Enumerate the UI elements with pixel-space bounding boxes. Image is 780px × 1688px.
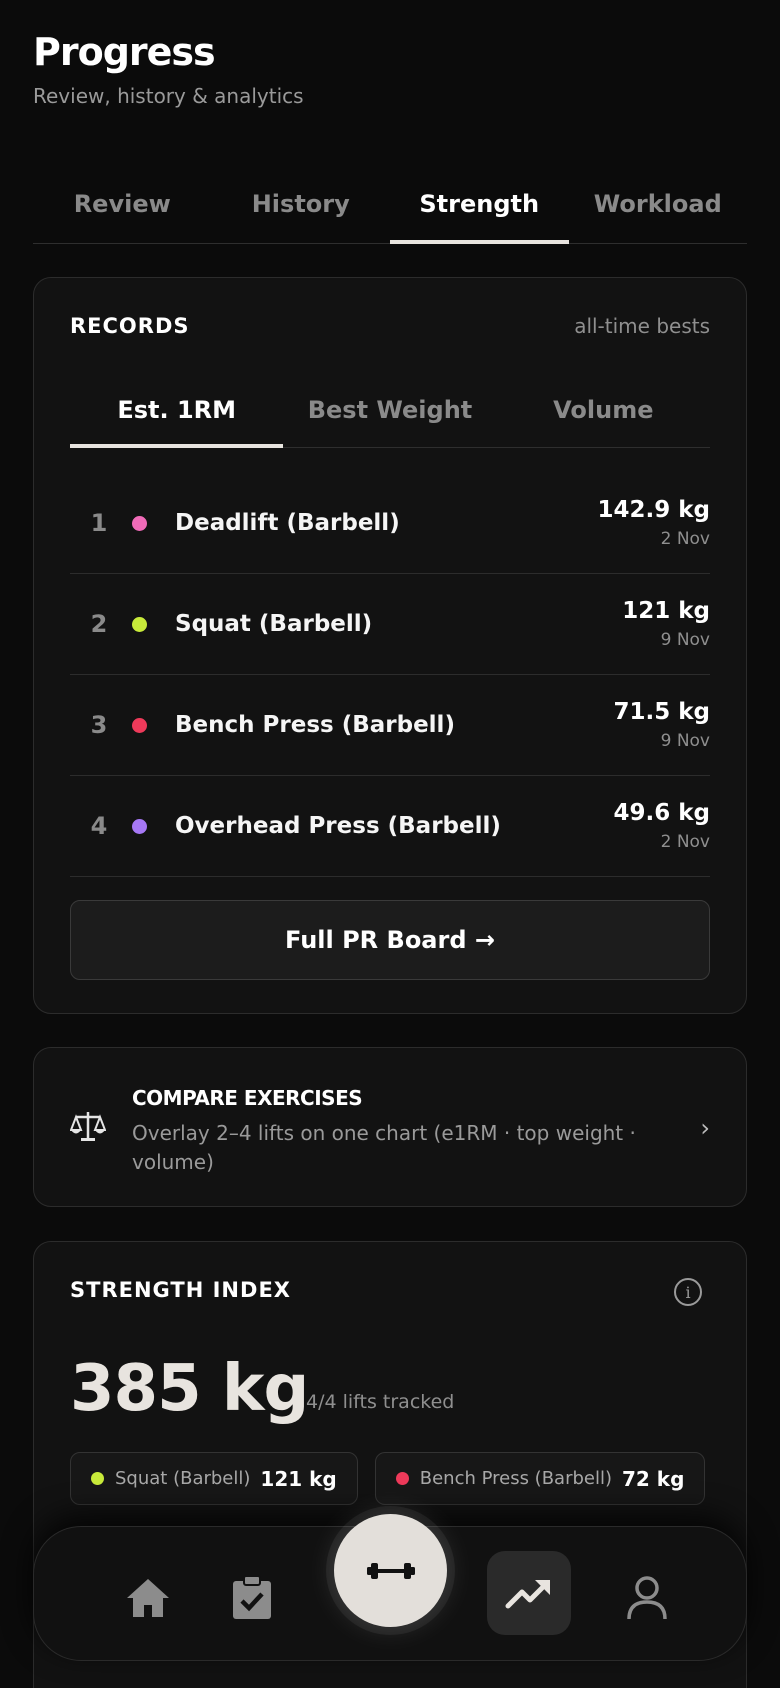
home-icon [127, 1579, 169, 1617]
lift-chip[interactable]: Bench Press (Barbell) 72 kg [374, 1452, 706, 1505]
full-pr-board-button[interactable]: Full PR Board → [70, 900, 710, 980]
record-color-dot [132, 818, 147, 834]
tab-workload[interactable]: Workload [569, 170, 748, 243]
record-row[interactable]: 2 Squat (Barbell) 121 kg 9 Nov [70, 574, 710, 675]
record-rank: 4 [90, 812, 108, 840]
record-color-dot [132, 515, 147, 531]
subtab-volume[interactable]: Volume [497, 378, 710, 447]
record-value: 49.6 kg [613, 800, 710, 826]
main-tabs: Review History Strength Workload [33, 170, 747, 244]
records-list: 1 Deadlift (Barbell) 142.9 kg 2 Nov 2 Sq… [70, 473, 710, 877]
nav-workouts[interactable] [217, 1563, 287, 1633]
record-rank: 1 [90, 509, 108, 537]
record-name: Overhead Press (Barbell) [175, 813, 501, 839]
chip-value: 72 kg [622, 1466, 685, 1491]
compare-description: Overlay 2–4 lifts on one chart (e1RM · t… [132, 1121, 636, 1174]
record-value: 142.9 kg [597, 497, 710, 523]
record-row[interactable]: 3 Bench Press (Barbell) 71.5 kg 9 Nov [70, 675, 710, 776]
chevron-right-icon: › [700, 1114, 710, 1142]
start-workout-button[interactable] [334, 1514, 447, 1627]
record-color-dot [132, 616, 147, 632]
tab-history[interactable]: History [212, 170, 391, 243]
strength-index-value: 385 kg [70, 1352, 309, 1426]
nav-home[interactable] [113, 1563, 183, 1633]
record-name: Deadlift (Barbell) [175, 510, 400, 536]
records-header: RECORDS all-time bests [70, 314, 710, 338]
trending-up-icon [505, 1580, 550, 1609]
chip-name: Squat (Barbell) [115, 1468, 251, 1489]
record-value: 71.5 kg [613, 699, 710, 725]
user-icon [627, 1576, 667, 1620]
record-name: Squat (Barbell) [175, 611, 373, 637]
record-date: 9 Nov [660, 630, 710, 650]
record-value: 121 kg [622, 598, 710, 624]
record-color-dot [132, 717, 147, 733]
chip-color-dot [91, 1472, 104, 1485]
lift-chip[interactable]: Squat (Barbell) 121 kg [70, 1452, 358, 1505]
lift-chips: Squat (Barbell) 121 kg Bench Press (Barb… [70, 1452, 706, 1505]
record-date: 2 Nov [660, 529, 710, 549]
record-row[interactable]: 4 Overhead Press (Barbell) 49.6 kg 2 Nov [70, 776, 710, 877]
page-subtitle: Review, history & analytics [33, 84, 304, 108]
clipboard-check-icon [233, 1575, 271, 1619]
strength-index-title: STRENGTH INDEX [70, 1278, 291, 1302]
chip-color-dot [395, 1472, 409, 1485]
subtab-est-1rm[interactable]: Est. 1RM [70, 378, 284, 448]
info-icon[interactable]: i [674, 1278, 702, 1306]
scale-icon [70, 1112, 106, 1141]
strength-index-header: STRENGTH INDEX [70, 1278, 710, 1302]
record-rank: 3 [90, 711, 108, 739]
records-card: RECORDS all-time bests Est. 1RM Best Wei… [33, 277, 747, 1014]
tab-review[interactable]: Review [33, 170, 212, 243]
nav-progress[interactable] [487, 1551, 571, 1635]
record-name: Bench Press (Barbell) [175, 712, 455, 738]
records-note: all-time bests [574, 314, 710, 338]
page-title: Progress [33, 30, 216, 74]
record-rank: 2 [90, 610, 108, 638]
subtab-best-weight[interactable]: Best Weight [283, 378, 496, 447]
chip-value: 121 kg [260, 1466, 337, 1491]
record-row[interactable]: 1 Deadlift (Barbell) 142.9 kg 2 Nov [70, 473, 710, 574]
bottom-nav [33, 1514, 747, 1661]
chip-name: Bench Press (Barbell) [419, 1468, 613, 1489]
page-header: Progress Review, history & analytics [33, 30, 304, 108]
compare-exercises-card[interactable]: COMPARE EXERCISES Overlay 2–4 lifts on o… [33, 1047, 747, 1207]
records-subtabs: Est. 1RM Best Weight Volume [70, 378, 710, 448]
strength-index-note: 4/4 lifts tracked [306, 1391, 455, 1413]
record-date: 2 Nov [660, 832, 710, 852]
tab-strength[interactable]: Strength [390, 170, 569, 244]
records-title: RECORDS [70, 314, 190, 338]
nav-profile[interactable] [612, 1563, 682, 1633]
compare-title: COMPARE EXERCISES [132, 1086, 363, 1110]
dumbbell-icon [366, 1562, 415, 1579]
record-date: 9 Nov [660, 731, 710, 751]
